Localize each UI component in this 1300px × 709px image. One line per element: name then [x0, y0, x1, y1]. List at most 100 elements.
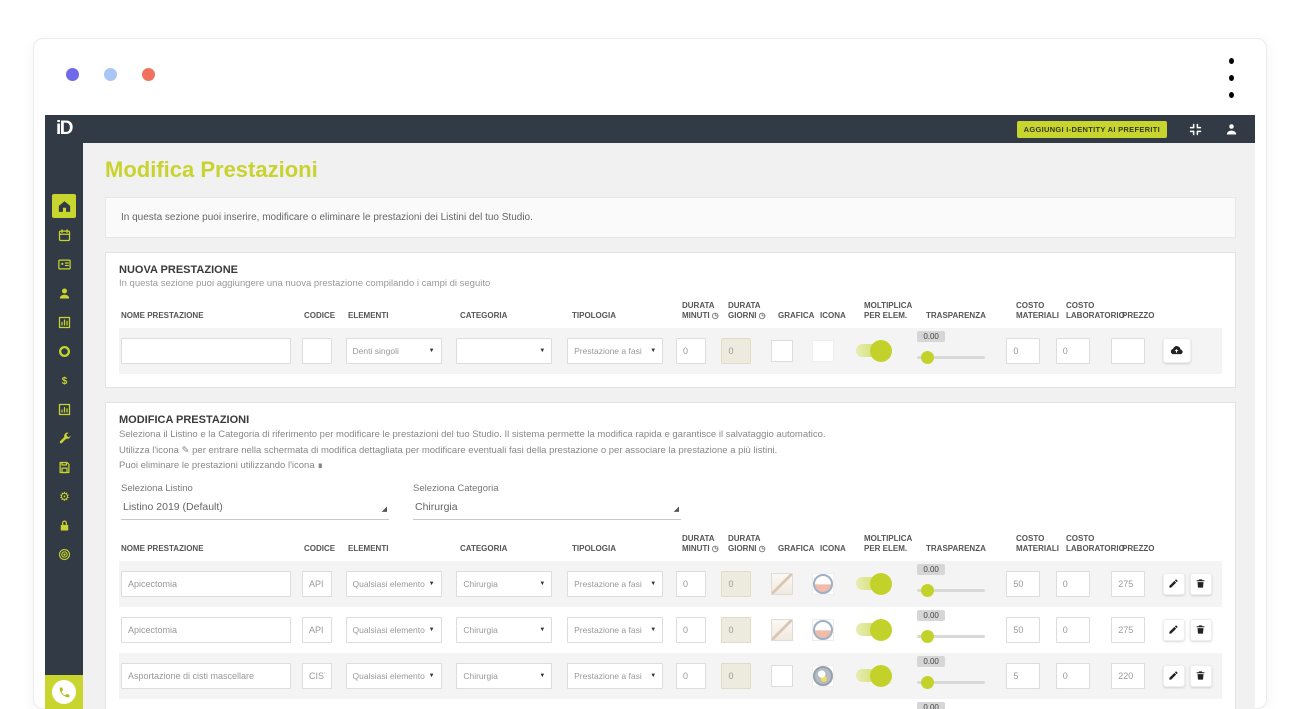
service-row: Qualsiasi elemento▼ Chirurgia▼ Prestazio… [119, 607, 1222, 653]
trasparenza-slider[interactable]: 0.00 [917, 701, 989, 709]
sidebar-item-gear[interactable]: ⚙ [52, 484, 76, 508]
prezzo-input[interactable] [1111, 570, 1146, 597]
sidebar-item-bar-chart[interactable] [52, 310, 76, 334]
slider-thumb[interactable] [921, 675, 935, 689]
sidebar-item-contact-card[interactable] [52, 252, 76, 276]
slider-thumb[interactable] [921, 583, 935, 597]
sidebar-item-support[interactable] [52, 542, 76, 566]
edit-service-button[interactable] [1162, 572, 1185, 595]
nome-prestazione-input[interactable] [121, 662, 291, 689]
phone-call-button[interactable] [45, 675, 83, 709]
delete-service-button[interactable] [1189, 618, 1212, 641]
sidebar-item-user[interactable] [52, 281, 76, 305]
tipologia-select[interactable]: Prestazione a fasi ▼ [567, 337, 664, 364]
delete-service-button[interactable] [1189, 572, 1212, 595]
categoria-select[interactable]: Chirurgia ◢ [413, 501, 681, 521]
costo-materiali-input[interactable] [1006, 570, 1041, 597]
slider-value-badge: 0.00 [917, 563, 945, 575]
grafica-box[interactable] [770, 339, 793, 362]
delete-service-button[interactable] [1189, 664, 1212, 687]
durata-minuti-input[interactable] [675, 337, 706, 364]
edit-service-button[interactable] [1162, 664, 1185, 687]
costo-materiali-input[interactable] [1006, 616, 1041, 643]
sidebar-item-lock[interactable] [52, 513, 76, 537]
listino-select[interactable]: Listino 2019 (Default) ◢ [121, 501, 389, 521]
costo-materiali-input[interactable] [1006, 337, 1041, 364]
column-header-clab: COSTO LABORATORIO [1066, 534, 1125, 554]
codice-input[interactable] [302, 616, 333, 643]
moltiplica-toggle[interactable] [855, 664, 892, 687]
trasparenza-slider[interactable]: 0.00 [917, 609, 989, 647]
sidebar-item-calendar[interactable] [52, 223, 76, 247]
column-header-code: CODICE [304, 544, 336, 554]
elementi-select[interactable]: Qualsiasi elemento ▼ [345, 616, 442, 643]
column-header-name: NOME PRESTAZIONE [121, 311, 204, 321]
tipologia-select[interactable]: Prestazione a fasi ▼ [567, 570, 664, 597]
save-new-service-button[interactable] [1162, 338, 1191, 364]
edit-service-button[interactable] [1162, 618, 1185, 641]
moltiplica-toggle[interactable] [855, 339, 892, 362]
slider-thumb[interactable] [921, 629, 935, 643]
add-to-favorites-button[interactable]: AGGIUNGI I-DENTITY AI PREFERITI [1016, 120, 1167, 138]
ring-icon [58, 345, 70, 357]
costo-laboratorio-input[interactable] [1055, 662, 1090, 689]
contact-card-icon [57, 259, 71, 269]
moltiplica-toggle[interactable] [855, 618, 892, 641]
sidebar-item-stats[interactable] [52, 397, 76, 421]
trasparenza-slider[interactable]: 0.00 [917, 563, 989, 601]
column-header-molt: MOLTIPLICA PER ELEM. [864, 301, 912, 321]
slider-thumb[interactable] [921, 350, 935, 364]
nome-prestazione-input[interactable] [121, 570, 291, 597]
chevron-down-icon: ▼ [650, 626, 657, 633]
sidebar-item-home[interactable] [52, 194, 76, 218]
costo-laboratorio-input[interactable] [1055, 337, 1090, 364]
categoria-select[interactable]: ▼ [456, 337, 553, 364]
codice-input[interactable] [302, 662, 333, 689]
edit-services-title: MODIFICA PRESTAZIONI [119, 413, 250, 426]
chevron-down-icon: ▼ [539, 347, 546, 354]
categoria-select[interactable]: Chirurgia ▼ [456, 616, 553, 643]
kebab-menu-icon[interactable] [1229, 58, 1234, 98]
sidebar-item-dollar[interactable]: $ [52, 368, 76, 392]
edit-services-description-2: Utilizza l'icona ✎ per entrare nella sch… [119, 444, 778, 456]
nome-prestazione-input[interactable] [121, 616, 291, 643]
categoria-select[interactable]: Chirurgia ▼ [456, 570, 553, 597]
costo-laboratorio-input[interactable] [1055, 570, 1090, 597]
trasparenza-slider[interactable]: 0.00 [917, 655, 989, 693]
sidebar-item-wrench[interactable] [52, 426, 76, 450]
moltiplica-toggle[interactable] [855, 572, 892, 595]
svg-text:$: $ [61, 375, 67, 386]
column-header-elem: ELEMENTI [348, 311, 389, 321]
tipologia-select[interactable]: Prestazione a fasi ▼ [567, 616, 664, 643]
chevron-down-icon: ▼ [539, 626, 546, 633]
edit-pencil-icon [1169, 579, 1178, 588]
costo-laboratorio-input[interactable] [1055, 616, 1090, 643]
user-account-icon[interactable] [1224, 122, 1239, 137]
elementi-select[interactable]: Denti singoli ▼ [345, 337, 442, 364]
tipologia-select[interactable]: Prestazione a fasi ▼ [567, 662, 664, 689]
slider-value-badge: 0.00 [917, 701, 945, 709]
wrench-icon [59, 432, 71, 443]
trasparenza-slider[interactable]: 0.00 [917, 330, 989, 368]
icona-box[interactable] [812, 339, 835, 362]
save-icon [59, 461, 69, 473]
nome-prestazione-input[interactable] [121, 337, 291, 364]
prezzo-input[interactable] [1111, 616, 1146, 643]
grafica-thumbnail[interactable] [770, 572, 793, 595]
costo-materiali-input[interactable] [1006, 662, 1041, 689]
sidebar-item-ring[interactable] [52, 339, 76, 363]
sidebar-item-save[interactable] [52, 455, 76, 479]
grafica-thumbnail[interactable] [770, 618, 793, 641]
codice-input[interactable] [302, 570, 333, 597]
elementi-select[interactable]: Qualsiasi elemento ▼ [345, 662, 442, 689]
grafica-thumbnail[interactable] [770, 664, 793, 687]
durata-minuti-input[interactable] [675, 616, 706, 643]
elementi-select[interactable]: Qualsiasi elemento ▼ [345, 570, 442, 597]
categoria-select[interactable]: Chirurgia ▼ [456, 662, 553, 689]
codice-input[interactable] [302, 337, 333, 364]
durata-minuti-input[interactable] [675, 662, 706, 689]
prezzo-input[interactable] [1111, 337, 1146, 364]
durata-minuti-input[interactable] [675, 570, 706, 597]
prezzo-input[interactable] [1111, 662, 1146, 689]
compress-icon[interactable] [1188, 122, 1203, 137]
